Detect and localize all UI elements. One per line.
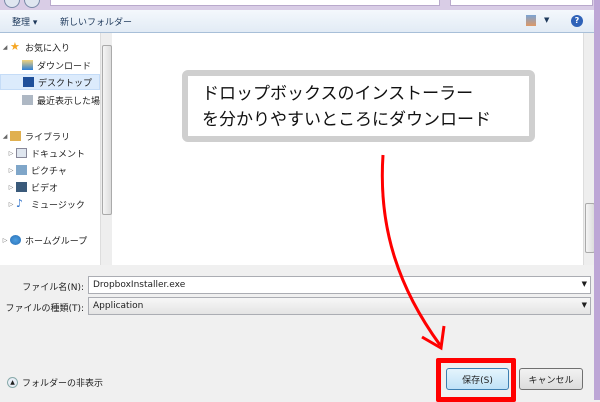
window-frame-right <box>594 0 600 400</box>
annotation-arrow <box>380 154 446 351</box>
arrow-line <box>380 154 442 346</box>
